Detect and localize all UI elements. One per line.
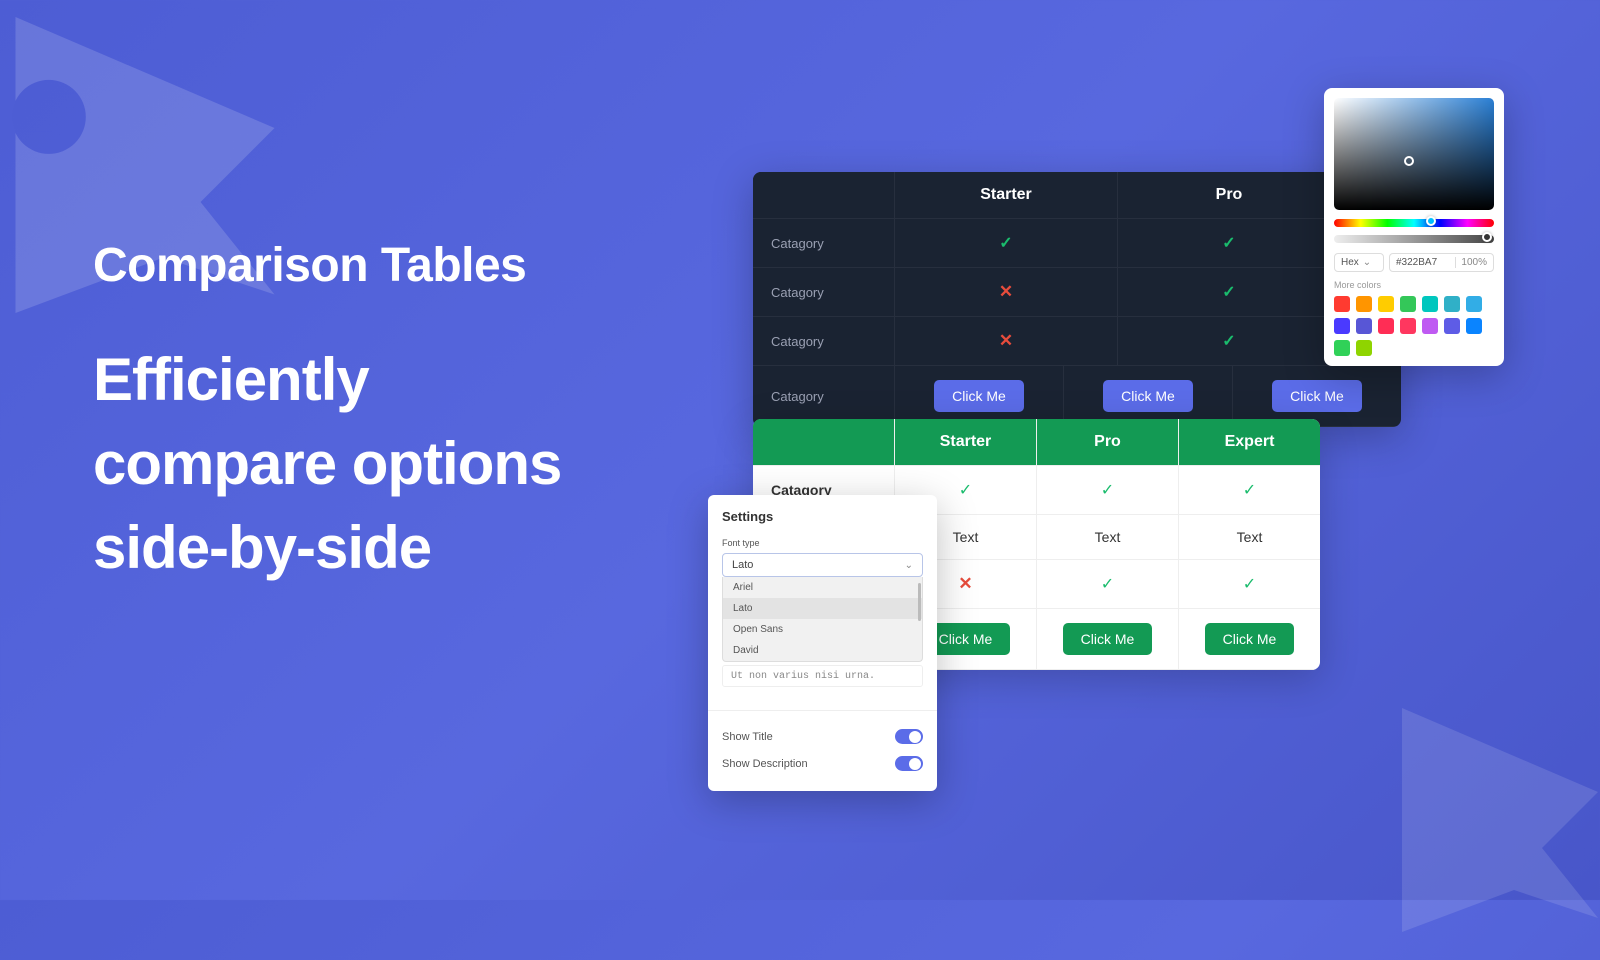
color-swatch[interactable]	[1400, 318, 1416, 334]
divider	[708, 710, 937, 711]
hero-text: Comparison Tables Efficientlycompare opt…	[93, 238, 561, 590]
color-swatch[interactable]	[1334, 318, 1350, 334]
color-swatch[interactable]	[1422, 296, 1438, 312]
show-description-toggle[interactable]	[895, 756, 923, 771]
cross-icon: ✕	[999, 331, 1013, 351]
color-swatch[interactable]	[1356, 296, 1372, 312]
hue-cursor-icon[interactable]	[1426, 216, 1436, 226]
color-mode-select[interactable]: Hex ⌄	[1334, 253, 1384, 272]
table-header: Pro	[1037, 419, 1179, 465]
check-icon: ✓	[999, 233, 1012, 253]
table-header: Starter	[895, 419, 1037, 465]
click-me-button[interactable]: Click Me	[934, 380, 1024, 412]
table-header-empty: .	[753, 419, 895, 465]
color-swatch[interactable]	[1378, 296, 1394, 312]
table-header: Pro	[1118, 172, 1341, 218]
color-swatch[interactable]	[1334, 340, 1350, 356]
color-swatches	[1334, 296, 1494, 356]
color-swatch[interactable]	[1466, 318, 1482, 334]
hue-slider[interactable]	[1334, 219, 1494, 227]
font-option[interactable]: Ariel	[723, 577, 922, 598]
font-option[interactable]: Lato	[723, 598, 922, 619]
cross-icon: ✕	[958, 574, 972, 594]
table-header: Starter	[895, 172, 1118, 218]
alpha-slider[interactable]	[1334, 235, 1494, 243]
settings-panel: Settings Font type Lato ⌄ Ariel Lato Ope…	[708, 495, 937, 791]
chevron-down-icon: ⌄	[1363, 257, 1371, 268]
font-option[interactable]: David	[723, 640, 922, 661]
table-header-empty: .	[753, 172, 895, 218]
text-cell: Text	[1037, 515, 1179, 559]
color-hex-input[interactable]: #322BA7 100%	[1389, 253, 1494, 272]
font-type-label: Font type	[722, 538, 923, 548]
decorative-shape-icon	[1360, 680, 1600, 960]
more-colors-label: More colors	[1334, 280, 1494, 290]
cross-icon: ✕	[999, 282, 1013, 302]
check-icon: ✓	[1222, 282, 1235, 302]
font-option[interactable]: Open Sans	[723, 619, 922, 640]
row-label: Catagory	[753, 219, 895, 267]
gradient-cursor-icon[interactable]	[1404, 156, 1414, 166]
font-dropdown: Ariel Lato Open Sans David	[722, 577, 923, 662]
color-swatch[interactable]	[1356, 318, 1372, 334]
show-title-toggle[interactable]	[895, 729, 923, 744]
row-label: Catagory	[753, 366, 895, 426]
comparison-table-dark: . Starter Pro Catagory ✓ ✓ Catagory ✕ ✓ …	[753, 172, 1401, 427]
color-swatch[interactable]	[1422, 318, 1438, 334]
color-gradient-area[interactable]	[1334, 98, 1494, 210]
font-select[interactable]: Lato ⌄	[722, 553, 923, 577]
description-textarea[interactable]	[722, 665, 923, 687]
check-icon: ✓	[1243, 480, 1256, 500]
alpha-value: 100%	[1455, 257, 1487, 268]
check-icon: ✓	[1222, 331, 1235, 351]
table-header: Expert	[1179, 419, 1320, 465]
show-title-label: Show Title	[722, 731, 773, 743]
row-label: Catagory	[753, 268, 895, 316]
color-swatch[interactable]	[1334, 296, 1350, 312]
check-icon: ✓	[959, 480, 972, 500]
check-icon: ✓	[1101, 574, 1114, 594]
chevron-down-icon: ⌄	[905, 560, 913, 571]
scrollbar[interactable]	[918, 583, 921, 621]
click-me-button[interactable]: Click Me	[1272, 380, 1362, 412]
color-swatch[interactable]	[1444, 296, 1460, 312]
color-swatch[interactable]	[1466, 296, 1482, 312]
alpha-cursor-icon[interactable]	[1482, 232, 1492, 242]
show-description-label: Show Description	[722, 758, 808, 770]
check-icon: ✓	[1243, 574, 1256, 594]
color-swatch[interactable]	[1400, 296, 1416, 312]
font-selected-value: Lato	[732, 559, 753, 571]
color-swatch[interactable]	[1444, 318, 1460, 334]
click-me-button[interactable]: Click Me	[1103, 380, 1193, 412]
color-picker-panel: Hex ⌄ #322BA7 100% More colors	[1324, 88, 1504, 366]
settings-title: Settings	[722, 509, 923, 524]
text-cell: Text	[1179, 515, 1320, 559]
check-icon: ✓	[1101, 480, 1114, 500]
click-me-button[interactable]: Click Me	[1205, 623, 1295, 655]
row-label: Catagory	[753, 317, 895, 365]
color-swatch[interactable]	[1378, 318, 1394, 334]
check-icon: ✓	[1222, 233, 1235, 253]
hero-subtitle: Efficientlycompare optionsside-by-side	[93, 338, 561, 590]
click-me-button[interactable]: Click Me	[1063, 623, 1153, 655]
hero-title: Comparison Tables	[93, 238, 561, 293]
color-swatch[interactable]	[1356, 340, 1372, 356]
